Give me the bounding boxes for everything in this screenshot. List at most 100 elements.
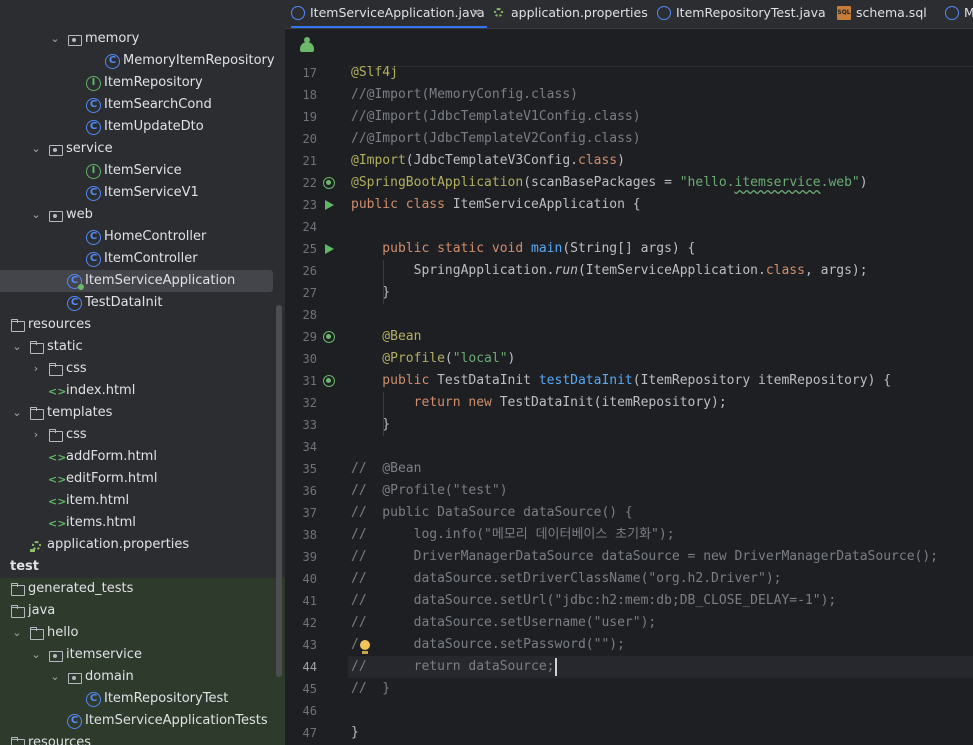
chevron-down-icon[interactable]: ⌄: [10, 622, 24, 644]
gutter-line[interactable]: 17: [285, 62, 348, 84]
tree-item-generated-tests[interactable]: generated_tests: [0, 578, 285, 600]
close-icon[interactable]: ✕: [471, 0, 481, 26]
code-line[interactable]: [348, 216, 973, 238]
code-line[interactable]: public TestDataInit testDataInit(ItemRep…: [348, 370, 973, 392]
tree-item-static[interactable]: ⌄ static: [0, 336, 285, 358]
tree-item-itemservice[interactable]: ⌄ itemservice: [0, 644, 285, 666]
tree-item-itemservice[interactable]: ItemService: [0, 160, 285, 182]
tree-item-items-html[interactable]: items.html: [0, 512, 285, 534]
tree-item-addform-html[interactable]: addForm.html: [0, 446, 285, 468]
spring-bean-icon[interactable]: [323, 177, 335, 189]
gutter-line[interactable]: 22: [285, 172, 348, 194]
tree-item-java[interactable]: java: [0, 600, 285, 622]
spring-bean-icon[interactable]: [300, 37, 314, 52]
code-line[interactable]: // DriverManagerDataSource dataSource = …: [348, 546, 973, 568]
tab-schema-sql[interactable]: SQL schema.sql: [837, 0, 927, 28]
tree-item-templates[interactable]: ⌄ templates: [0, 402, 285, 424]
tree-item-itemrepository[interactable]: ItemRepository: [0, 72, 285, 94]
gutter-line[interactable]: 24: [285, 216, 348, 238]
tree-item-itemserviceapplicationtests[interactable]: ItemServiceApplicationTests: [0, 710, 285, 732]
gutter-line[interactable]: 42: [285, 612, 348, 634]
chevron-down-icon[interactable]: ⌄: [29, 644, 43, 666]
gutter-line[interactable]: 45: [285, 678, 348, 700]
code-line[interactable]: public static void main(String[] args) {: [348, 238, 973, 260]
gutter-line[interactable]: 19: [285, 106, 348, 128]
project-tree-scrollbar[interactable]: [276, 305, 282, 677]
gutter-line[interactable]: 23: [285, 194, 348, 216]
tree-item-itemsearchcond[interactable]: ItemSearchCond: [0, 94, 285, 116]
code-line[interactable]: [348, 700, 973, 722]
chevron-down-icon[interactable]: ⌄: [29, 204, 43, 226]
tab-item-service-application[interactable]: ItemServiceApplication.java ✕: [291, 0, 487, 28]
code-line[interactable]: // dataSource.setDriverClassName("org.h2…: [348, 568, 973, 590]
gutter-line[interactable]: 26: [285, 260, 348, 282]
gutter-line[interactable]: 32: [285, 392, 348, 414]
lightbulb-icon[interactable]: [359, 640, 371, 656]
chevron-right-icon[interactable]: ›: [29, 424, 43, 446]
code-line[interactable]: // @Bean: [348, 458, 973, 480]
tree-item-homecontroller[interactable]: HomeController: [0, 226, 285, 248]
tree-item-memory[interactable]: ⌄ memory: [0, 28, 285, 50]
code-line[interactable]: SpringApplication.run(ItemServiceApplica…: [348, 260, 973, 282]
code-line[interactable]: @SpringBootApplication(scanBasePackages …: [348, 172, 973, 194]
tree-item-memoryitemrepository[interactable]: MemoryItemRepository: [0, 50, 285, 72]
code-line[interactable]: // return dataSource;: [348, 656, 973, 678]
gutter-line[interactable]: 33: [285, 414, 348, 436]
gutter-line[interactable]: 27: [285, 282, 348, 304]
tree-item-resources[interactable]: resources: [0, 314, 285, 336]
code-line[interactable]: // public DataSource dataSource() {: [348, 502, 973, 524]
code-line[interactable]: @Profile("local"): [348, 348, 973, 370]
tab-overflow-file[interactable]: M: [945, 0, 973, 28]
code-line[interactable]: // @Profile("test"): [348, 480, 973, 502]
code-line[interactable]: }: [348, 414, 973, 436]
gutter-line[interactable]: 36: [285, 480, 348, 502]
gutter-line[interactable]: 38: [285, 524, 348, 546]
tree-item-itemupdatedto[interactable]: ItemUpdateDto: [0, 116, 285, 138]
gutter-line[interactable]: 20: [285, 128, 348, 150]
code-line[interactable]: // log.info("메모리 데이터베이스 초기화");: [348, 524, 973, 546]
gutter-line[interactable]: 41: [285, 590, 348, 612]
code-line[interactable]: @Import(JdbcTemplateV3Config.class): [348, 150, 973, 172]
gutter-line[interactable]: 46: [285, 700, 348, 722]
tree-item-itemservicev1[interactable]: ItemServiceV1: [0, 182, 285, 204]
gutter-line[interactable]: 25: [285, 238, 348, 260]
code-line[interactable]: @Slf4j: [348, 62, 973, 84]
run-icon[interactable]: [323, 243, 335, 255]
gutter-line[interactable]: 35: [285, 458, 348, 480]
code-line[interactable]: }: [348, 722, 973, 744]
tree-item-web[interactable]: ⌄ web: [0, 204, 285, 226]
chevron-right-icon[interactable]: ›: [29, 358, 43, 380]
run-icon[interactable]: [323, 199, 335, 211]
tree-item-css[interactable]: › css: [0, 424, 285, 446]
spring-bean-icon[interactable]: [323, 375, 335, 387]
spring-bean-icon[interactable]: [323, 331, 335, 343]
gutter-line[interactable]: 31: [285, 370, 348, 392]
chevron-down-icon[interactable]: ⌄: [10, 402, 24, 424]
tab-application-properties[interactable]: application.properties: [492, 0, 648, 28]
tree-item-item-html[interactable]: item.html: [0, 490, 285, 512]
chevron-down-icon[interactable]: ⌄: [10, 336, 24, 358]
code-line[interactable]: / dataSource.setPassword("");: [348, 634, 973, 656]
code-line[interactable]: //@Import(MemoryConfig.class): [348, 84, 973, 106]
code-line[interactable]: public class ItemServiceApplication {: [348, 194, 973, 216]
tree-item-itemrepositorytest[interactable]: ItemRepositoryTest: [0, 688, 285, 710]
gutter-line[interactable]: 21: [285, 150, 348, 172]
chevron-down-icon[interactable]: ⌄: [48, 666, 62, 688]
tree-item-application-properties[interactable]: application.properties: [0, 534, 285, 556]
gutter-line[interactable]: 43: [285, 634, 348, 656]
tree-item-css[interactable]: › css: [0, 358, 285, 380]
tree-item-resources[interactable]: resources: [0, 732, 285, 745]
code-line[interactable]: //@Import(JdbcTemplateV2Config.class): [348, 128, 973, 150]
code-line[interactable]: //@Import(JdbcTemplateV1Config.class): [348, 106, 973, 128]
tree-item-test[interactable]: test: [0, 556, 285, 578]
code-line[interactable]: @Bean: [348, 326, 973, 348]
gutter-line[interactable]: 44: [285, 656, 348, 678]
chevron-down-icon[interactable]: ⌄: [29, 138, 43, 160]
tree-item-itemcontroller[interactable]: ItemController: [0, 248, 285, 270]
gutter-line[interactable]: 34: [285, 436, 348, 458]
gutter-line[interactable]: 28: [285, 304, 348, 326]
code-line[interactable]: // dataSource.setUsername("user");: [348, 612, 973, 634]
gutter-line[interactable]: 40: [285, 568, 348, 590]
tree-item-hello[interactable]: ⌄ hello: [0, 622, 285, 644]
code-line[interactable]: return new TestDataInit(itemRepository);: [348, 392, 973, 414]
